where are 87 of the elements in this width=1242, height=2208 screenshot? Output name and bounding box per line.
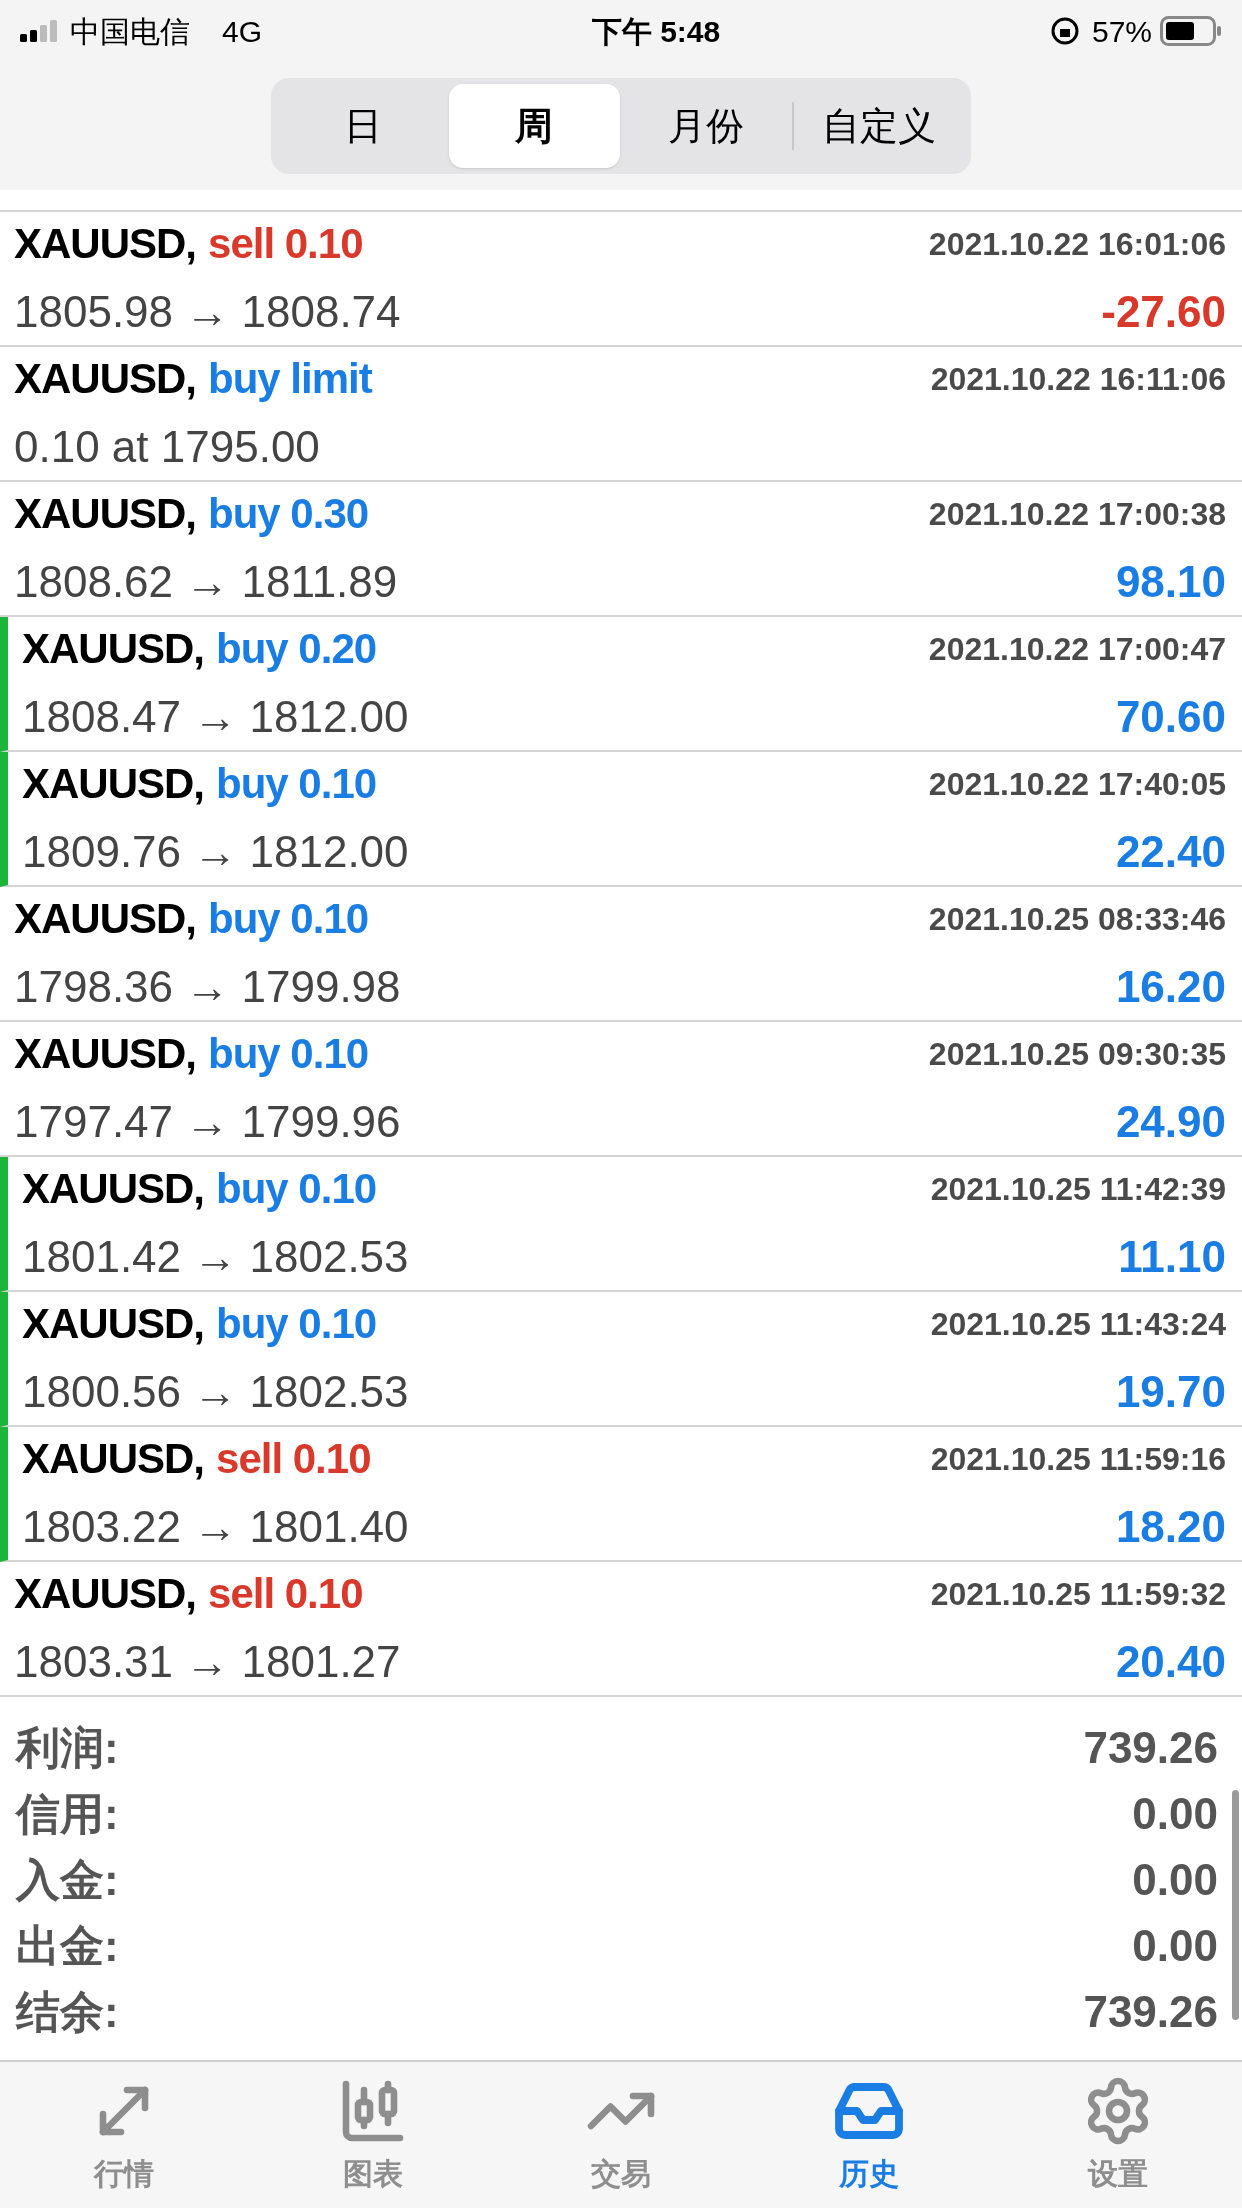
price-text: 1803.31 → 1801.27 (14, 1636, 401, 1688)
order-type-text: buy 0.10 (216, 1299, 377, 1349)
profit-value: 24.90 (1115, 1096, 1226, 1148)
period-tab[interactable]: 自定义 (793, 84, 965, 168)
deal-row[interactable]: XAUUSD, buy limit 2021.10.22 16:11:06 0.10 at 1795.00 (0, 347, 1242, 482)
deal-time: 2021.10.25 11:43:24 (930, 1304, 1226, 1344)
symbol-text: XAUUSD, (14, 1569, 197, 1619)
profit-value: 70.60 (1115, 691, 1226, 743)
price-text: 1809.76 → 1812.00 (22, 826, 409, 878)
deal-row[interactable]: XAUUSD, buy 0.10 2021.10.25 08:33:46 1798.36 → 1799.98 16.20 (0, 887, 1242, 1022)
order-type-text: sell 0.10 (216, 1434, 371, 1484)
deal-row[interactable]: XAUUSD, buy 0.10 2021.10.22 17:40:05 1809.76 → 1812.00 22.40 (0, 752, 1242, 887)
deal-row[interactable]: XAUUSD, buy 0.10 2021.10.25 11:42:39 1801.42 → 1802.53 11.10 (0, 1157, 1242, 1292)
symbol-text: XAUUSD, (22, 1434, 205, 1484)
symbol-text: XAUUSD, (22, 1164, 205, 1214)
symbol-text: XAUUSD, (22, 624, 205, 674)
price-text: 1805.98 → 1808.74 (14, 286, 401, 338)
deal-row[interactable]: XAUUSD, buy 0.10 2021.10.25 11:43:24 1800.56 → 1802.53 19.70 (0, 1292, 1242, 1427)
summary-label: 信用: (16, 1788, 119, 1840)
deal-row[interactable]: XAUUSD, buy 0.10 2021.10.25 09:30:35 1797.47 → 1799.96 24.90 (0, 1022, 1242, 1157)
clock: 下午 5:48 (591, 13, 721, 50)
deal-time: 2021.10.25 08:33:46 (928, 899, 1226, 939)
network-type: 4G (222, 13, 263, 50)
deal-time: 2021.10.22 17:40:05 (928, 764, 1226, 804)
price-text: 0.10 at 1795.00 (14, 421, 320, 473)
carrier-name: 中国电信 (70, 13, 190, 50)
symbol-text: XAUUSD, (14, 1029, 197, 1079)
symbol-text: XAUUSD, (14, 894, 197, 944)
rotation-lock-icon (1049, 16, 1080, 46)
price-text: 1797.47 → 1799.96 (14, 1096, 401, 1148)
battery-icon (1160, 16, 1222, 46)
order-type-text: buy 0.10 (208, 1029, 369, 1079)
summary-value: 0.00 (1132, 1788, 1218, 1840)
summary-label: 出金: (16, 1920, 119, 1972)
deal-time: 2021.10.22 17:00:38 (928, 494, 1226, 534)
price-text: 1808.47 → 1812.00 (22, 691, 409, 743)
deal-row[interactable]: XAUUSD, sell 0.10 2021.10.22 16:01:06 1805.98 → 1808.74 -27.60 (0, 212, 1242, 347)
deal-time: 2021.10.22 17:00:47 (928, 629, 1226, 669)
period-tab[interactable]: 周 (448, 84, 620, 168)
deal-row[interactable]: XAUUSD, sell 0.10 2021.10.25 11:59:32 1803.31 → 1801.27 20.40 (0, 1562, 1242, 1697)
profit-value: 16.20 (1115, 961, 1226, 1013)
deal-row[interactable]: XAUUSD, buy 0.20 2021.10.22 17:00:47 1808.47 → 1812.00 70.60 (0, 617, 1242, 752)
order-type-text: buy 0.10 (216, 759, 377, 809)
price-text: 1800.56 → 1802.53 (22, 1366, 409, 1418)
summary-label: 入金: (16, 1854, 119, 1906)
summary-value: 739.26 (1083, 1722, 1218, 1774)
price-text: 1798.36 → 1799.98 (14, 961, 401, 1013)
deal-time: 2021.10.25 11:59:16 (930, 1439, 1226, 1479)
profit-value: 19.70 (1115, 1366, 1226, 1418)
order-type-text: buy 0.20 (216, 624, 377, 674)
profit-value: 22.40 (1115, 826, 1226, 878)
deal-time: 2021.10.22 16:11:06 (930, 359, 1226, 399)
summary-label: 利润: (16, 1722, 119, 1774)
profit-value: 20.40 (1115, 1636, 1226, 1688)
order-type-text: sell 0.10 (208, 219, 363, 269)
summary-value: 0.00 (1132, 1920, 1218, 1972)
deal-row[interactable]: XAUUSD, sell 0.10 2021.10.25 11:59:16 1803.22 → 1801.40 18.20 (0, 1427, 1242, 1562)
period-tab[interactable]: 日 (277, 84, 449, 168)
price-text: 1803.22 → 1801.40 (22, 1501, 409, 1553)
summary-label: 结余: (16, 1986, 119, 2038)
price-text: 1808.62 → 1811.89 (14, 556, 398, 608)
signal-icon (20, 20, 58, 42)
deal-time: 2021.10.25 11:59:32 (930, 1574, 1226, 1614)
summary-value: 739.26 (1083, 1986, 1218, 2038)
period-tab[interactable]: 月份 (620, 84, 792, 168)
symbol-text: XAUUSD, (14, 354, 197, 404)
deal-time: 2021.10.25 11:42:39 (930, 1169, 1226, 1209)
order-type-text: buy 0.10 (216, 1164, 377, 1214)
battery-percent: 57% (1091, 13, 1152, 50)
summary-value: 0.00 (1132, 1854, 1218, 1906)
deal-time: 2021.10.22 16:01:06 (928, 224, 1226, 264)
deal-time: 2021.10.25 09:30:35 (928, 1034, 1226, 1074)
symbol-text: XAUUSD, (14, 489, 197, 539)
profit-value: -27.60 (1101, 286, 1226, 338)
price-text: 1801.42 → 1802.53 (22, 1231, 409, 1283)
profit-value: 98.10 (1115, 556, 1226, 608)
profit-value: 18.20 (1115, 1501, 1226, 1553)
order-type-text: sell 0.10 (208, 1569, 363, 1619)
symbol-text: XAUUSD, (14, 219, 197, 269)
deal-row[interactable]: XAUUSD, buy 0.30 2021.10.22 17:00:38 1808.62 → 1811.89 98.10 (0, 482, 1242, 617)
symbol-text: XAUUSD, (22, 1299, 205, 1349)
symbol-text: XAUUSD, (22, 759, 205, 809)
order-type-text: buy limit (208, 354, 372, 404)
tab-bar-item[interactable]: 历史 (745, 2062, 994, 2208)
profit-value: 11.10 (1118, 1231, 1226, 1283)
order-type-text: buy 0.10 (208, 894, 369, 944)
order-type-text: buy 0.30 (208, 489, 369, 539)
